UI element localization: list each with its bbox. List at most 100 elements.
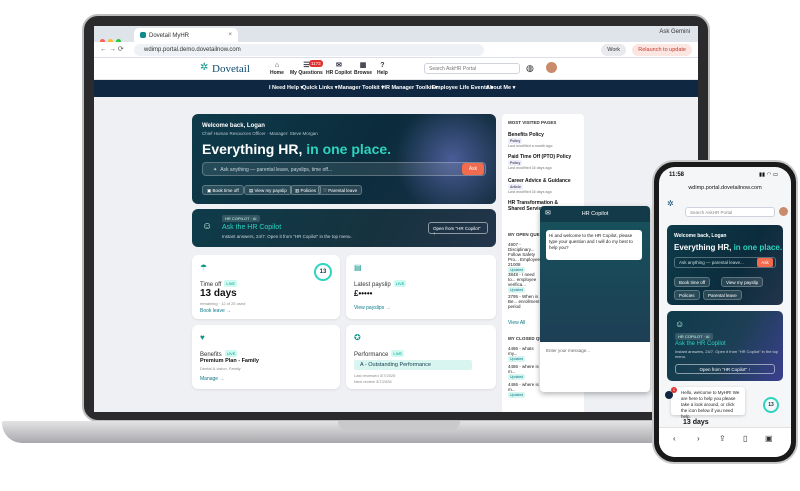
document-icon: ▤ xyxy=(354,263,362,272)
phone-avatar[interactable] xyxy=(779,207,788,216)
ask-button[interactable]: Ask xyxy=(462,163,484,175)
copilot-message: Hi and welcome to the HR Copilot, please… xyxy=(546,230,642,260)
menu-label: About Me xyxy=(486,85,512,91)
nav-arrows-icon[interactable]: ← → ⟳ xyxy=(100,45,124,53)
forward-icon[interactable]: › xyxy=(697,434,700,443)
page-date: Last modified a month ago xyxy=(508,144,553,148)
timeoff-value: 13 days xyxy=(200,288,237,299)
menu-i-need-help[interactable]: I Need Help ▾ xyxy=(269,85,303,91)
hero-search-input[interactable]: ✦ Ask anything — parental leave, payslips… xyxy=(202,162,486,176)
performance-card[interactable]: ✪ Performance LIVE A - Outstanding Perfor… xyxy=(346,325,496,389)
question-text: 4907 - Disciplinary... Follow Safety Pro… xyxy=(508,242,541,267)
menu-life-events[interactable]: Employee Life Events ▾ xyxy=(432,85,493,91)
card-title: Latest payslip xyxy=(354,282,391,288)
nav-hr-copilot[interactable]: ✉ HR Copilot xyxy=(326,62,352,76)
payslip-label: Latest payslip LIVE xyxy=(354,280,407,288)
url-field[interactable]: wdimp.portal.demo.dovetailnow.com xyxy=(134,44,484,56)
chip-book-time-off[interactable]: ▣ Book time off xyxy=(202,185,244,195)
page-link[interactable]: Benefits Policy Policy Last modified a mon… xyxy=(508,132,574,148)
phone-copilot-card: ☺ HR COPILOT · AI Ask the HR Copilot Ins… xyxy=(667,311,783,381)
chip-label: Book time off xyxy=(212,188,239,193)
phone-chip[interactable]: Parental leave xyxy=(703,290,742,300)
live-badge: LIVE xyxy=(224,280,238,287)
manage-benefits-link[interactable]: Manage → xyxy=(200,376,224,382)
relaunch-button[interactable]: Relaunch to update xyxy=(632,44,692,56)
phone-ask-button[interactable]: Ask xyxy=(757,258,773,267)
menu-about-me[interactable]: About Me ▾ xyxy=(486,85,515,91)
ask-gemini-button[interactable]: Ask Gemini xyxy=(659,29,690,35)
nav-browse[interactable]: ▦ Browse xyxy=(354,62,372,76)
chip-label: Parental leave xyxy=(328,188,358,193)
copilot-message-input[interactable]: Enter your message... xyxy=(546,348,590,353)
question-item[interactable]: 3795 - When is Be... enrollment period xyxy=(508,294,542,309)
question-item[interactable]: 3848 - I need to... employee verifica...… xyxy=(508,272,542,293)
headline-highlight: in one place. xyxy=(733,243,783,252)
portal-search-input[interactable]: Search AskHR Portal xyxy=(424,63,520,74)
chat-unread-badge: 1 xyxy=(671,387,677,393)
question-item[interactable]: 4486 - where is m... Updated xyxy=(508,364,542,380)
live-badge: LIVE xyxy=(391,350,405,357)
chip-label: Parental leave xyxy=(708,293,737,298)
profile-work-button[interactable]: Work xyxy=(601,44,626,56)
phone-chip[interactable]: View my payslip xyxy=(721,277,764,287)
view-payslips-link[interactable]: View payslips → xyxy=(354,305,391,311)
question-text: 3795 - When is Be... enrollment period xyxy=(508,294,540,309)
timeoff-card[interactable]: ☂ Time off LIVE 13 days remaining · 12 of… xyxy=(192,255,340,319)
menu-quick-links[interactable]: Quick Links ▾ xyxy=(302,85,337,91)
view-all-link[interactable]: View All xyxy=(508,320,525,326)
chip-parental-leave[interactable]: ♡ Parental leave xyxy=(318,185,363,195)
menu-manager-toolkit[interactable]: Manager Toolkit ▾ xyxy=(338,85,384,91)
page-link[interactable]: Career Advice & Guidance Article Last modi… xyxy=(508,178,574,194)
question-item[interactable]: 4486 - whats my... Updated xyxy=(508,346,542,362)
browser-tab[interactable]: Dovetail MyHR × xyxy=(134,28,238,42)
search-placeholder: Search AskHR Portal xyxy=(429,66,476,72)
payslip-card[interactable]: ▤ Latest payslip LIVE £••••• View payslip… xyxy=(346,255,496,319)
phone-search-input[interactable]: Search AskHR Portal xyxy=(685,207,775,217)
heart-icon: ♥ xyxy=(200,333,205,342)
phone-url[interactable]: wdimp.portal.dovetailnow.com xyxy=(659,185,791,191)
phone-open-copilot-button[interactable]: Open from "HR Copilot" ↑ xyxy=(675,364,775,374)
phone-headline: Everything HR, in one place. xyxy=(674,243,782,252)
url-text: wdimp.portal.demo.dovetailnow.com xyxy=(144,47,241,53)
share-icon[interactable]: ⇪ xyxy=(719,434,726,443)
performance-rating: A - Outstanding Performance xyxy=(354,360,472,370)
nav-home[interactable]: ⌂ Home xyxy=(270,62,284,76)
welcome-text: Welcome back, Logan xyxy=(202,123,265,129)
avatar[interactable] xyxy=(546,62,557,73)
benefits-plan: Premium Plan - Family xyxy=(200,358,259,364)
menu-hr-manager-toolkit[interactable]: HR Manager Toolkit ▾ xyxy=(382,85,438,91)
copilot-popup: ✉ HR Copilot Hi and welcome to the HR Cop… xyxy=(540,206,650,392)
phone-chip[interactable]: Policies xyxy=(674,290,700,300)
chip-view-payslip[interactable]: ▤ View my payslip xyxy=(244,185,292,195)
question-item[interactable]: 4907 - Disciplinary... Follow Safety Pro… xyxy=(508,242,542,273)
site-logo[interactable]: Dovetail xyxy=(212,63,250,75)
chip-label: View my payslip xyxy=(726,280,759,285)
nav-help[interactable]: ? Help xyxy=(377,62,388,76)
phone-hero: Welcome back, Logan Everything HR, in on… xyxy=(667,225,783,305)
benefits-sub: Dental & vision, Family xyxy=(200,366,241,371)
page-link[interactable]: Paid Time Off (PTO) Policy Policy Last mod… xyxy=(508,154,574,170)
main-menu: I Need Help ▾ Quick Links ▾ Manager Tool… xyxy=(94,80,698,97)
tabs-icon[interactable]: ▣ xyxy=(765,434,773,443)
phone-chip[interactable]: Book time off xyxy=(674,277,711,287)
back-icon[interactable]: ‹ xyxy=(673,434,676,443)
phone-logo-icon: ✲ xyxy=(667,199,674,208)
bookmarks-icon[interactable]: ▯ xyxy=(743,434,747,443)
globe-icon[interactable]: ◍ xyxy=(526,63,534,74)
book-leave-link[interactable]: Book leave → xyxy=(200,308,231,314)
laptop-screen: Dovetail MyHR × Ask Gemini ← → ⟳ wdimp.po… xyxy=(94,26,698,412)
updated-badge: Updated xyxy=(508,287,526,293)
close-tab-icon[interactable]: × xyxy=(228,32,232,38)
chip-policies[interactable]: ▥ Policies xyxy=(290,185,322,195)
hero-headline: Everything HR, in one place. xyxy=(202,141,391,157)
open-copilot-button[interactable]: Open from "HR Copilot" ↑ xyxy=(428,222,488,236)
copilot-card: ☺ HR COPILOT · AI Ask the HR Copilot Ins… xyxy=(192,209,496,247)
benefits-card[interactable]: ♥ Benefits LIVE Premium Plan - Family Den… xyxy=(192,325,340,389)
robot-icon: ☺ xyxy=(675,319,685,329)
question-item[interactable]: 4486 - where is m... Updated xyxy=(508,382,542,398)
performance-next: Next review 3/7/2026 xyxy=(354,379,392,384)
laptop-notch xyxy=(338,421,460,431)
copilot-badge: HR COPILOT · AI xyxy=(222,215,260,222)
robot-icon: ☺ xyxy=(202,221,213,232)
phone-chat-bubble[interactable]: Hello, welcome to MyHR! We are here to h… xyxy=(671,387,745,419)
